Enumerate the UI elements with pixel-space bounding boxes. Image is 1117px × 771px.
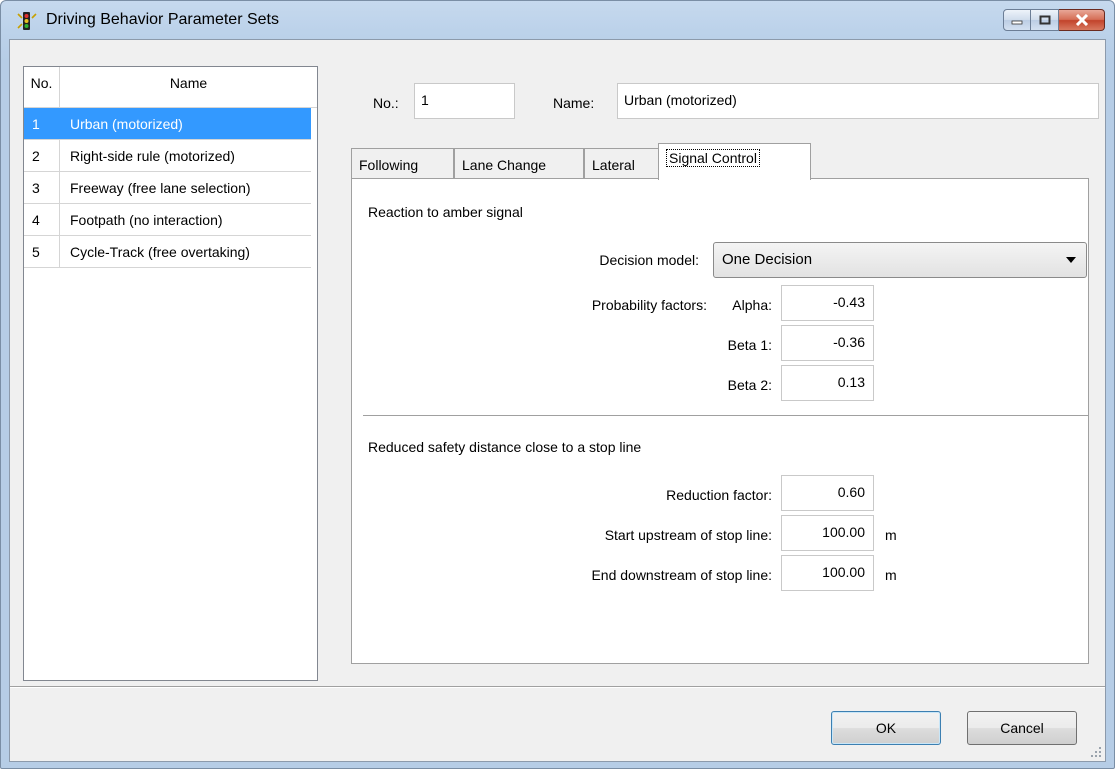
beta2-label: Beta 2: [727,377,772,393]
list-item-no: 3 [24,172,60,203]
list-item-no: 1 [24,108,60,139]
minimize-button[interactable] [1003,9,1031,31]
maximize-icon [1039,15,1050,25]
dialog-window: Driving Behavior Parameter Sets No. Name… [0,0,1115,769]
tab-lateral-label: Lateral [592,157,635,173]
end-downstream-label: End downstream of stop line: [591,567,772,583]
stopline-section-title: Reduced safety distance close to a stop … [368,439,642,455]
end-downstream-unit: m [885,567,897,583]
decision-model-select[interactable]: One Decision [713,242,1087,278]
no-field[interactable]: 1 [414,83,515,119]
end-downstream-input[interactable]: 100.00 [781,555,874,591]
tab-signal-control-label: Signal Control [666,149,760,167]
column-header-no[interactable]: No. [24,67,60,107]
list-item[interactable]: 3 Freeway (free lane selection) [24,172,311,204]
minimize-icon [1011,20,1023,25]
resize-grip-icon[interactable] [1090,746,1102,758]
alpha-label: Alpha: [732,297,772,313]
beta2-input[interactable]: 0.13 [781,365,874,401]
name-field[interactable]: Urban (motorized) [617,83,1099,119]
reduction-factor-label: Reduction factor: [666,487,772,503]
decision-model-label: Decision model: [599,252,699,268]
chevron-down-icon [1066,257,1076,263]
list-rows: 1 Urban (motorized) 2 Right-side rule (moto… [24,108,311,268]
amber-section-title: Reaction to amber signal [368,204,523,220]
reduction-factor-input[interactable]: 0.60 [781,475,874,511]
column-header-name[interactable]: Name [60,67,317,107]
tab-following-label: Following [359,157,419,173]
list-item-name: Freeway (free lane selection) [70,179,251,196]
list-item-no: 2 [24,140,60,171]
tab-lane-change-label: Lane Change [462,157,547,173]
footer-divider-highlight [10,687,1105,688]
decision-model-value: One Decision [722,251,813,268]
no-label: No.: [373,95,399,111]
ok-button[interactable]: OK [831,711,941,745]
section-divider [363,415,1088,416]
list-header: No. Name [24,67,317,108]
start-upstream-label: Start upstream of stop line: [604,527,772,543]
close-icon [1075,14,1088,26]
list-item-no: 4 [24,204,60,235]
window-controls [1003,9,1105,31]
list-item-name: Cycle-Track (free overtaking) [70,243,250,260]
close-button[interactable] [1059,9,1105,31]
list-item[interactable]: 1 Urban (motorized) [24,108,311,140]
probability-factors-label: Probability factors: [591,297,707,313]
beta1-input[interactable]: -0.36 [781,325,874,361]
dialog-client-area: No. Name 1 Urban (motorized) 2 Right-side r… [9,39,1106,762]
window-title: Driving Behavior Parameter Sets [46,11,279,28]
list-item-name: Footpath (no interaction) [70,211,223,228]
list-item-no: 5 [24,236,60,267]
tab-signal-control[interactable]: Signal Control [658,143,811,180]
list-item-name: Urban (motorized) [70,115,183,132]
parameter-set-list[interactable]: No. Name 1 Urban (motorized) 2 Right-side r… [23,66,318,681]
beta1-label: Beta 1: [727,337,772,353]
start-upstream-input[interactable]: 100.00 [781,515,874,551]
alpha-input[interactable]: -0.43 [781,285,874,321]
traffic-signal-icon [17,12,37,30]
tab-lateral[interactable]: Lateral [584,148,659,179]
tab-following[interactable]: Following [351,148,454,179]
signal-control-panel: Reaction to amber signal Decision model:… [351,178,1089,664]
start-upstream-unit: m [885,527,897,543]
list-item[interactable]: 4 Footpath (no interaction) [24,204,311,236]
maximize-button[interactable] [1031,9,1059,31]
tab-lane-change[interactable]: Lane Change [454,148,584,179]
title-bar[interactable]: Driving Behavior Parameter Sets [1,1,1114,39]
name-label: Name: [553,95,595,111]
list-item-name: Right-side rule (motorized) [70,147,235,164]
list-item[interactable]: 5 Cycle-Track (free overtaking) [24,236,311,268]
list-item[interactable]: 2 Right-side rule (motorized) [24,140,311,172]
cancel-button[interactable]: Cancel [967,711,1077,745]
